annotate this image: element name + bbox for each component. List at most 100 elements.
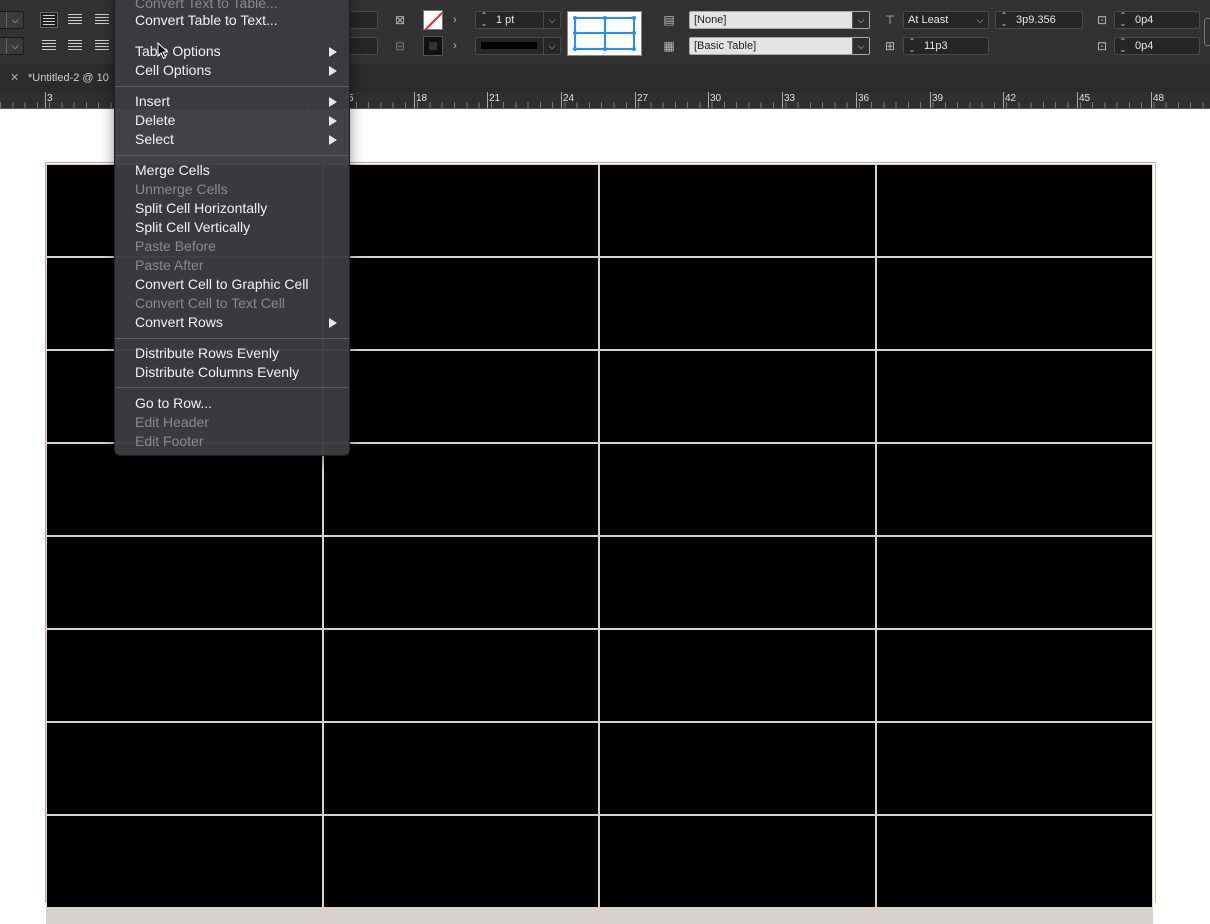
menu-item-split-cell-horizontally[interactable]: Split Cell Horizontally [135,199,267,218]
menu-item-insert[interactable]: Insert [135,92,170,111]
table-cell[interactable] [46,722,323,815]
row-height-mode-dropdown[interactable]: At Least ⌵ [903,11,989,29]
table-cell[interactable] [876,722,1153,815]
stroke-weight-value: 1 pt [496,14,515,26]
stepper-icon[interactable]: ⌃ ⌄ [1117,12,1129,28]
table-cell[interactable] [323,350,599,443]
table-cell[interactable] [876,815,1153,908]
justify-all-button[interactable] [93,38,111,54]
menu-item-distribute-rows-evenly[interactable]: Distribute Rows Evenly [135,344,279,363]
row-height-field[interactable]: ⌃ ⌄ 3p9.356 [995,11,1083,29]
table-cell[interactable] [46,815,323,908]
font-style-dropdown[interactable]: ⌵ [0,11,24,29]
ruler-major-tick [561,92,562,108]
cell-style-dropdown[interactable]: [None] ⌵ [689,11,870,29]
chevron-right-icon[interactable]: › [446,11,464,29]
table-cell[interactable] [599,350,876,443]
ruler-major-tick [635,92,636,108]
stepper-icon[interactable]: ⌃ ⌄ [1117,38,1129,54]
table-cell[interactable] [599,722,876,815]
menu-item-convert-table-to-text[interactable]: Convert Table to Text... [135,11,278,30]
table-cell[interactable] [876,164,1153,257]
table-cell[interactable] [876,350,1153,443]
font-size-dropdown[interactable]: ⌵ [0,37,24,55]
table-cell[interactable] [599,815,876,908]
stroke-line-preview [481,42,537,49]
ruler-label: 36 [858,93,870,104]
table-cell[interactable] [323,164,599,257]
table-cell[interactable] [46,629,323,722]
column-width-field[interactable]: ⌃ ⌄ 11p3 [903,37,989,55]
stroke-proxy-lines-icon[interactable]: ⊟ [391,37,409,55]
bottom-inset-value: 0p4 [1135,40,1154,52]
stroke-none-swatch[interactable] [423,10,443,30]
bottom-inset-field[interactable]: ⌃ ⌄ 0p4 [1114,37,1200,55]
menu-item-select[interactable]: Select [135,130,174,149]
align-center-button[interactable] [66,12,84,28]
stepper-icon[interactable]: ⌃ ⌄ [906,38,918,54]
chevron-down-icon: ⌵ [852,12,869,28]
menu-item-edit-header: Edit Header [135,414,209,430]
fill-swatch[interactable] [423,36,443,56]
table-cell[interactable] [323,722,599,815]
table-cell[interactable] [599,629,876,722]
stepper-icon[interactable]: ⌃ ⌄ [478,12,490,28]
table-cell[interactable] [46,536,323,629]
table-cell[interactable] [46,443,323,536]
menu-item-unmerge-cells: Unmerge Cells [135,181,228,197]
menu-item-distribute-columns-evenly[interactable]: Distribute Columns Evenly [135,363,299,382]
menu-separator [115,155,349,156]
top-inset-field[interactable]: ⌃ ⌄ 0p4 [1114,11,1200,29]
menu-item-go-to-row[interactable]: Go to Row... [135,394,212,413]
align-left-button[interactable] [40,12,58,28]
justify-left-button[interactable] [40,38,58,54]
table-cell[interactable] [323,629,599,722]
align-right-button[interactable] [93,12,111,28]
ruler-label: 27 [637,93,649,104]
table-style-dropdown[interactable]: [Basic Table] ⌵ [689,37,870,55]
table-context-menu: Convert Text to Table... Convert Table to… [114,0,350,456]
chevron-right-icon[interactable]: › [446,37,464,55]
close-icon[interactable]: ✕ [10,71,19,84]
top-inset-icon: ⊡ [1096,13,1108,27]
table-cell[interactable] [599,257,876,350]
menu-item-table-options[interactable]: Table Options [135,42,221,61]
menu-item-convert-cell-to-text-cell: Convert Cell to Text Cell [135,295,285,311]
ruler-label: 33 [784,93,796,104]
stroke-weight-field[interactable]: ⌃ ⌄ 1 pt ⌵ [475,11,561,29]
table-cell[interactable] [876,257,1153,350]
table-cell[interactable] [323,443,599,536]
mouse-pointer-icon [157,42,169,60]
table-cell[interactable] [876,629,1153,722]
ruler-label: 39 [932,93,944,104]
table-cell[interactable] [876,443,1153,536]
ruler-label: 18 [416,93,428,104]
chevron-down-icon: ⌵ [6,12,23,28]
stepper-icon[interactable]: ⌃ ⌄ [998,12,1010,28]
table-grid-icon [573,16,636,51]
table-cell[interactable] [599,164,876,257]
table-cell[interactable] [599,536,876,629]
ruler-label: 30 [710,93,722,104]
none-slash-icon [424,11,442,29]
table-cell[interactable] [323,815,599,908]
menu-item-split-cell-vertically[interactable]: Split Cell Vertically [135,218,250,237]
table-cell[interactable] [323,536,599,629]
stroke-proxy-icon[interactable]: ⊠ [391,11,409,29]
stroke-type-dropdown[interactable]: ⌵ [475,37,561,55]
ruler-major-tick [487,92,488,108]
menu-item-cell-options[interactable]: Cell Options [135,61,211,80]
table-stroke-proxy[interactable] [567,11,642,56]
table-cell[interactable] [876,536,1153,629]
menu-item-delete[interactable]: Delete [135,111,175,130]
justify-center-button[interactable] [66,38,84,54]
menu-item-convert-cell-to-graphic-cell[interactable]: Convert Cell to Graphic Cell [135,275,309,294]
ruler-label: 48 [1153,93,1165,104]
menu-item-convert-rows[interactable]: Convert Rows [135,313,223,332]
submenu-arrow-icon [329,318,337,328]
table-cell[interactable] [599,443,876,536]
ruler-major-tick [708,92,709,108]
menu-item-merge-cells[interactable]: Merge Cells [135,161,210,180]
document-tab-title[interactable]: *Untitled-2 @ 10 [28,72,109,84]
table-cell[interactable] [323,257,599,350]
